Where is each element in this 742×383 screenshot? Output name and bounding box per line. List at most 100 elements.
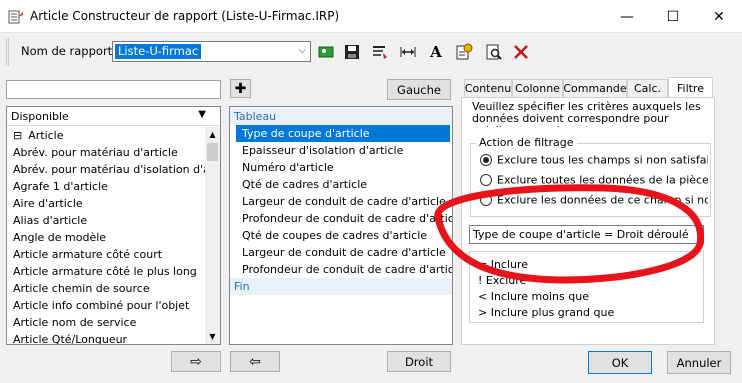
scroll-up-icon[interactable]: ▲ — [205, 127, 220, 142]
available-list-item[interactable]: Article nom de service — [7, 314, 205, 331]
close-icon: ✕ — [713, 8, 725, 25]
report-column-item[interactable]: Qté de cadres d'article — [230, 176, 452, 193]
available-fields-list[interactable]: Disponible ▼ ⊟ Article Abrév. pour matéria… — [6, 106, 221, 345]
available-list-item[interactable]: Alias d'article — [7, 212, 205, 229]
scroll-down-icon[interactable]: ▼ — [205, 329, 220, 344]
save-button[interactable] — [341, 41, 363, 63]
tab-contenu[interactable]: Contenu — [464, 79, 512, 97]
move-right-button[interactable]: ⇨ — [171, 351, 221, 372]
print-preview-icon — [486, 44, 502, 60]
chevron-down-icon[interactable]: ⌵ — [298, 45, 306, 56]
operator-item[interactable]: ! Exclure — [478, 274, 526, 287]
settings-page-icon — [456, 43, 473, 60]
filter-radio-option[interactable]: Exclure les données de ce champ si non s… — [480, 193, 708, 209]
operator-item[interactable]: < Inclure moins que — [478, 290, 589, 303]
available-list-item[interactable]: Article info combiné pour l'objet — [7, 297, 205, 314]
dropdown-arrow-icon[interactable]: ▼ — [198, 109, 206, 120]
report-name-value: Liste-U-firmac — [115, 44, 202, 59]
available-list-item[interactable]: Aire d'article — [7, 195, 205, 212]
filter-expression-field[interactable]: Type de coupe d'article = Droit déroulé — [469, 225, 704, 244]
report-column-item[interactable]: Epaisseur d'isolation d'article — [230, 142, 452, 159]
filter-radio-option[interactable]: Exclure toutes les données de la pièce b… — [480, 173, 708, 189]
filter-panel: Veuillez spécifier les critères auxquels… — [461, 97, 715, 345]
filter-radio-option[interactable]: Exclure tous les champs si non satisfait… — [480, 153, 708, 169]
ok-label: OK — [611, 355, 629, 370]
minimize-button[interactable]: — — [604, 0, 650, 33]
available-dropdown-value: Disponible — [11, 110, 69, 123]
search-input[interactable] — [6, 80, 221, 99]
preview-button[interactable] — [483, 41, 505, 63]
radio-button[interactable] — [480, 194, 492, 206]
save-icon — [345, 45, 359, 59]
radio-label: Exclure tous les champs si non satisfait… — [497, 153, 708, 167]
tab-colonne[interactable]: Colonne — [512, 79, 563, 97]
tab-filtre[interactable]: Filtre — [668, 77, 713, 98]
operator-item[interactable]: > Inclure plus grand que — [478, 306, 614, 319]
settings-button[interactable] — [453, 41, 475, 63]
available-list-item[interactable]: Article armature côté le plus long — [7, 263, 205, 280]
report-column-item-selected[interactable]: Type de coupe d'article — [236, 125, 450, 142]
right-gutter — [715, 97, 735, 345]
available-list-item[interactable]: Abrév. pour matériau d'article — [7, 144, 205, 161]
section-footer-fin[interactable]: Fin — [230, 278, 452, 295]
report-column-item[interactable]: Qté de coupes de cadres d'article — [230, 227, 452, 244]
filter-action-label: Action de filtrage — [476, 136, 577, 149]
left-scrollbar[interactable]: ▲ ▼ — [205, 127, 220, 344]
cancel-label: Annuler — [676, 355, 722, 370]
maximize-icon: ☐ — [666, 8, 680, 25]
column-width-button[interactable] — [397, 41, 419, 63]
available-list-item[interactable]: Article armature côté court — [7, 246, 205, 263]
align-right-label: Droit — [404, 354, 434, 369]
window-title: Article Constructeur de rapport (Liste-U… — [30, 9, 340, 23]
properties-button[interactable] — [369, 41, 391, 63]
image-button[interactable] — [315, 41, 337, 63]
group-header-label: Article — [28, 129, 64, 142]
list-properties-icon — [373, 46, 387, 59]
collapse-icon[interactable]: ⊟ — [13, 129, 22, 142]
report-column-item[interactable]: Largeur de conduit de cadre d'article — [230, 193, 452, 210]
available-list-item[interactable]: Article Qté/Longueur — [7, 331, 205, 344]
align-right-button[interactable]: Droit — [387, 351, 451, 372]
available-list-item[interactable]: Article chemin de source — [7, 280, 205, 297]
font-button[interactable]: A — [425, 41, 447, 63]
title-bar: Article Constructeur de rapport (Liste-U… — [0, 0, 742, 33]
report-column-item[interactable]: Profondeur de conduit de cadre d'article — [230, 210, 452, 227]
add-button[interactable]: ✚ — [230, 79, 251, 98]
available-dropdown[interactable]: Disponible ▼ — [7, 107, 220, 126]
plus-icon: ✚ — [234, 80, 247, 97]
minimize-icon: — — [620, 8, 634, 25]
align-left-label: Gauche — [397, 82, 441, 97]
report-column-item[interactable]: Largeur de conduit de cadre d'article — [230, 244, 452, 261]
scroll-thumb[interactable] — [207, 143, 218, 161]
filter-expression-value: Type de coupe d'article = Droit déroulé — [473, 228, 689, 241]
cancel-button[interactable]: Annuler — [667, 351, 731, 374]
delete-button[interactable] — [510, 41, 532, 63]
move-left-button[interactable]: ⇦ — [230, 351, 280, 372]
picture-icon — [318, 46, 334, 58]
report-name-label: Nom de rapport — [21, 44, 113, 58]
tab-commande[interactable]: Commande — [563, 79, 627, 97]
operator-list[interactable]: = Inclure ! Exclure < Inclure moins que > I… — [469, 251, 704, 323]
available-list-item[interactable]: Angle de modèle — [7, 229, 205, 246]
filter-instructions: Veuillez spécifier les critères auxquels… — [472, 101, 701, 127]
arrow-left-icon: ⇦ — [249, 353, 261, 370]
ok-button[interactable]: OK — [588, 351, 652, 374]
maximize-button[interactable]: ☐ — [650, 0, 696, 33]
close-button[interactable]: ✕ — [696, 0, 742, 33]
group-header-article[interactable]: ⊟ Article — [7, 127, 205, 144]
tab-calc[interactable]: Calc. — [627, 79, 668, 97]
available-list-item[interactable]: Abrév. pour matériau d'isolation d'arti.… — [7, 161, 205, 178]
align-left-button[interactable]: Gauche — [387, 79, 451, 100]
radio-label: Exclure les données de ce champ si non s… — [497, 193, 708, 207]
available-list-item[interactable]: Agrafe 1 d'article — [7, 178, 205, 195]
report-column-item[interactable]: Profondeur de conduit de cadre d'article — [230, 261, 452, 278]
radio-button[interactable] — [480, 174, 492, 186]
report-columns-list[interactable]: Tableau Type de coupe d'article Epaisseur … — [229, 106, 453, 345]
delete-x-icon — [514, 45, 528, 59]
font-icon: A — [430, 43, 442, 61]
radio-button[interactable] — [480, 154, 492, 166]
section-header-tableau[interactable]: Tableau — [230, 108, 452, 125]
operator-item[interactable]: = Inclure — [478, 258, 528, 271]
report-name-combo[interactable]: Liste-U-firmac ⌵ — [112, 41, 311, 62]
report-column-item[interactable]: Numéro d'article — [230, 159, 452, 176]
